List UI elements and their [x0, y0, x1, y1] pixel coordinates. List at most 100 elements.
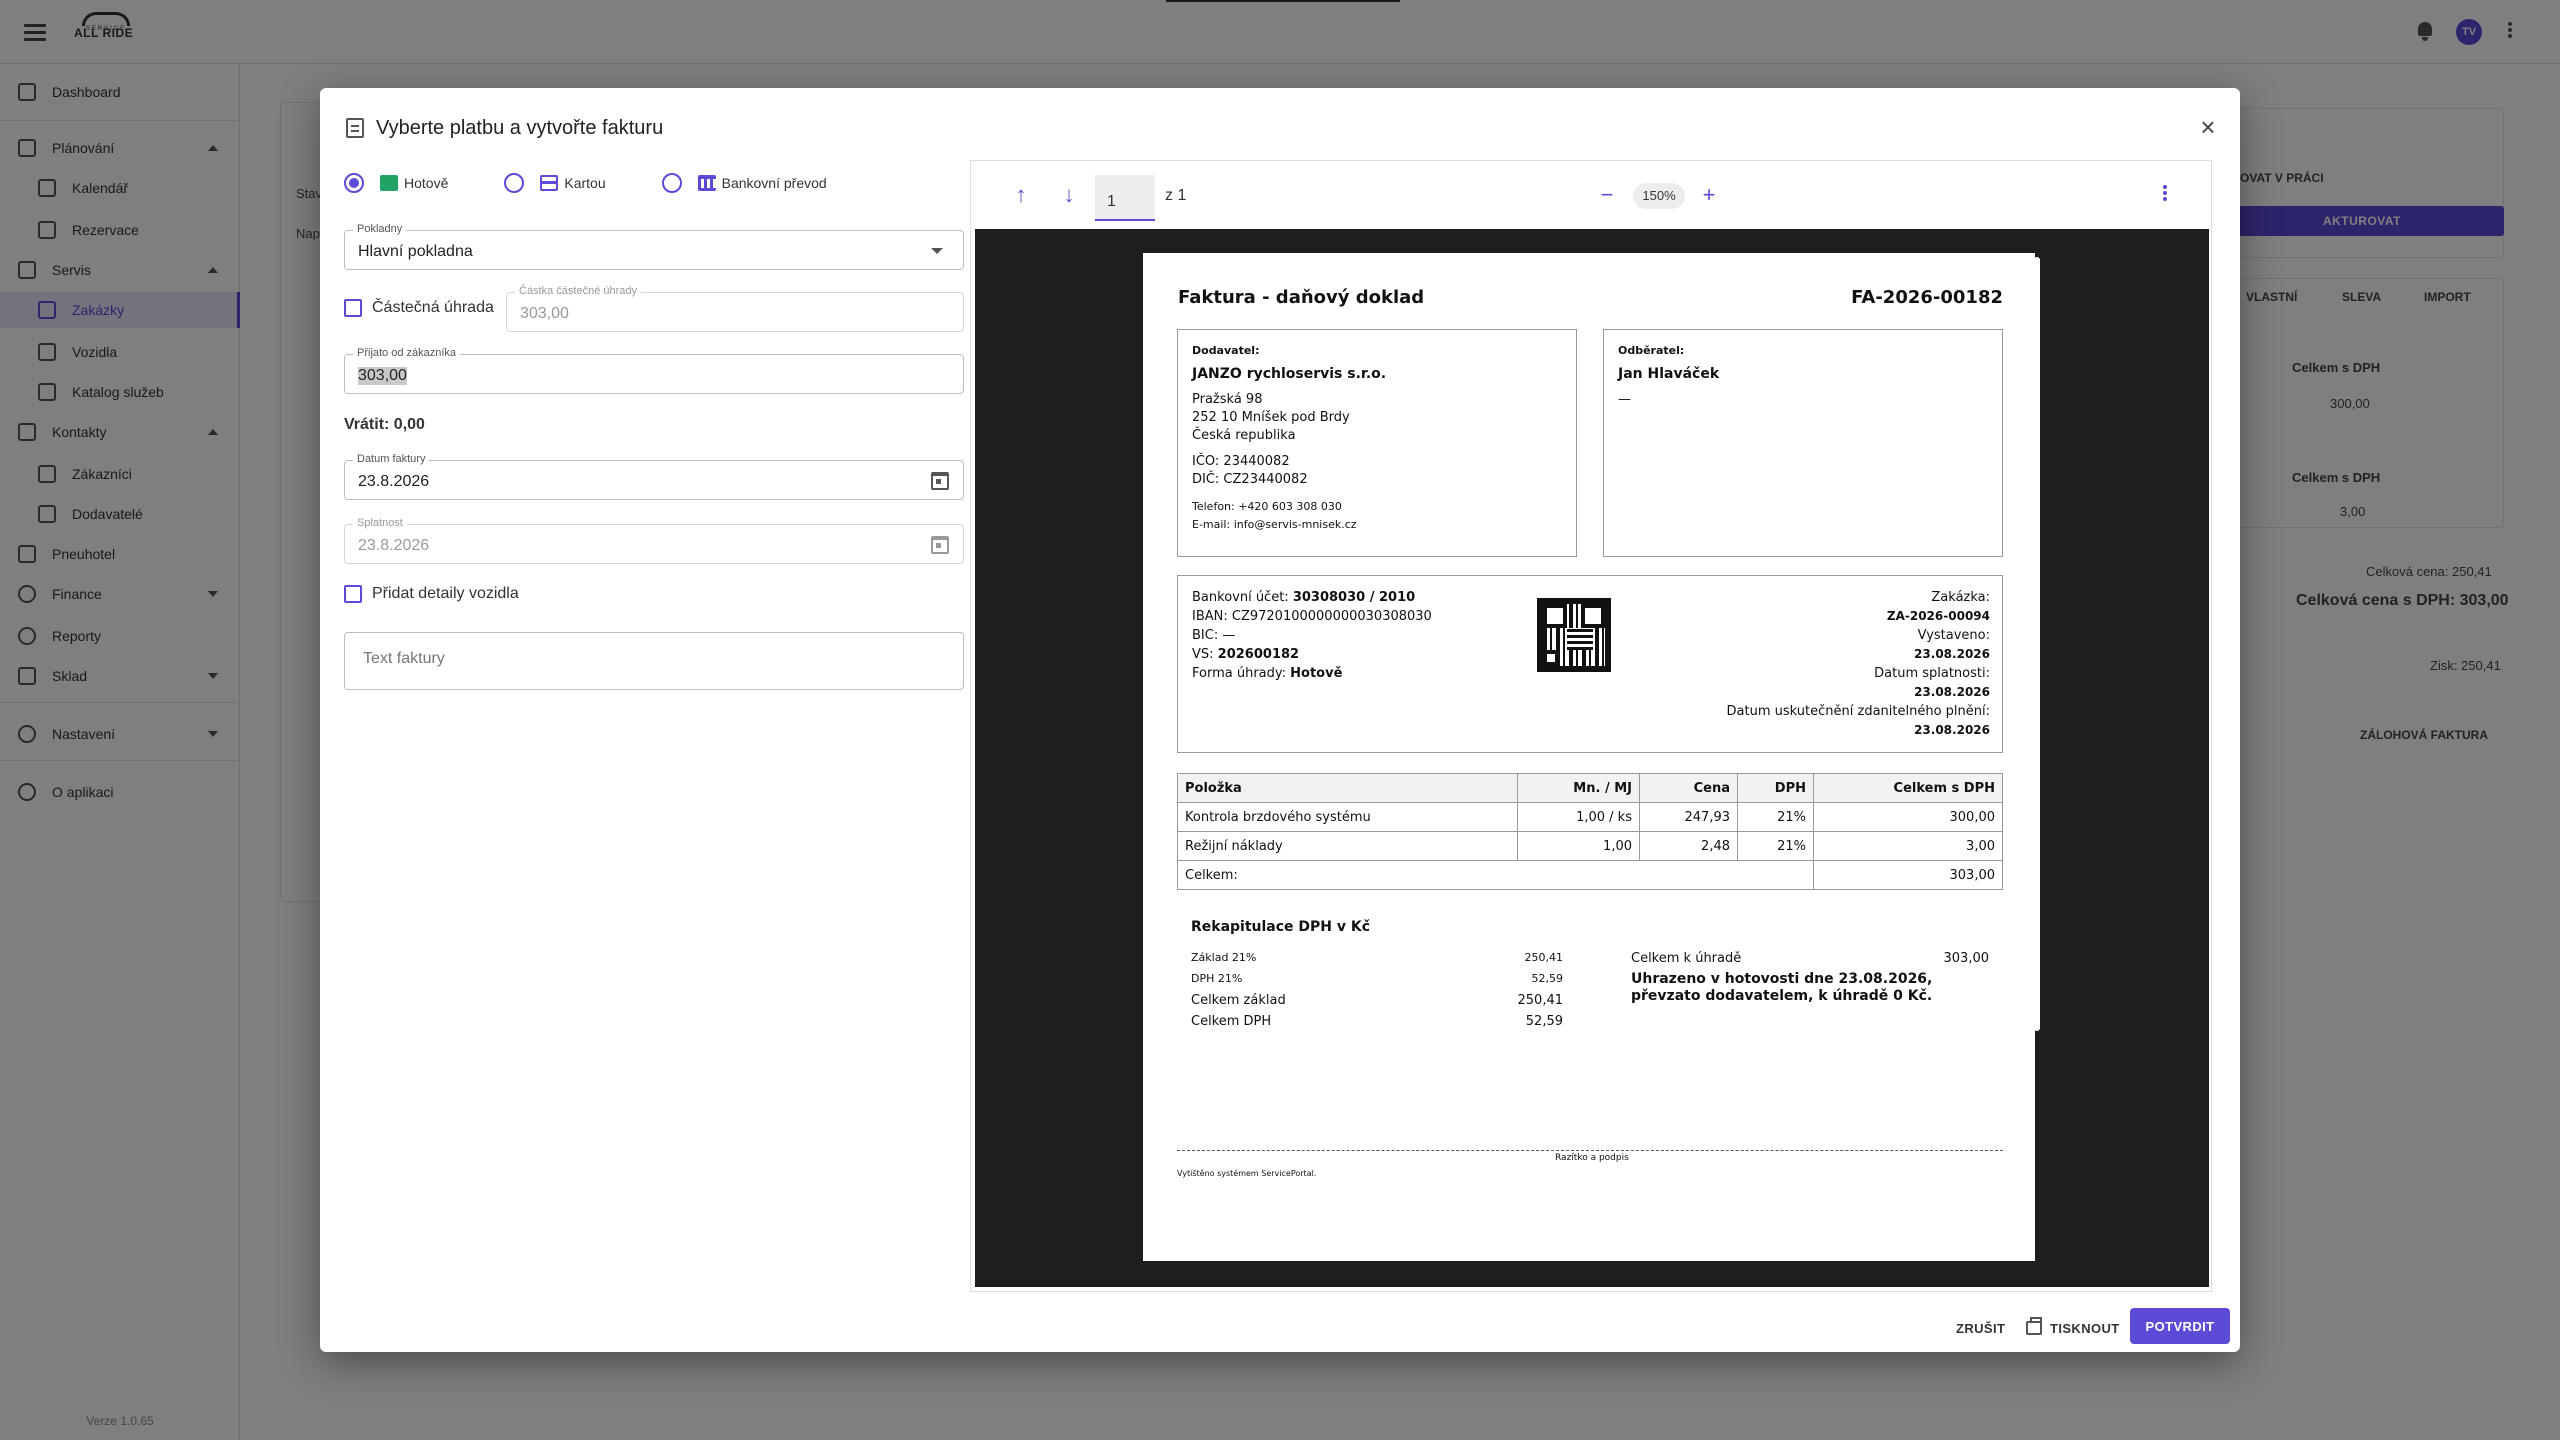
invoice-title: Faktura - daňový doklad [1178, 287, 1425, 308]
qr-code-icon [1537, 598, 1611, 672]
radio-kartou-label[interactable]: Kartou [564, 175, 605, 191]
zoom-in-icon[interactable]: + [1695, 181, 1723, 209]
vat-value: 250,41 [1517, 993, 1564, 1008]
pdf-canvas: Faktura - daňový doklad FA-2026-00182 Do… [975, 229, 2209, 1287]
invoice-dialog: Vyberte platbu a vytvořte fakturu × Hoto… [320, 88, 2240, 1352]
radio-hotove-label[interactable]: Hotově [404, 175, 448, 191]
splatnost-date: 23.08.2026 [1914, 685, 1990, 699]
to-pay-value: 303,00 [1943, 951, 1990, 966]
supplier-ico: IČO: 23440082 [1192, 454, 1290, 469]
bank-icon [697, 175, 716, 191]
supplier-box: Dodavatel: JANZO rychloservis s.r.o. Pra… [1177, 329, 1577, 557]
supplier-email: E-mail: info@servis-mnisek.cz [1192, 518, 1357, 531]
cell-item: Kontrola brzdového systému [1177, 802, 1518, 832]
table-header-row: Položka Mn. / MJ Cena DPH Celkem s DPH [1177, 773, 2003, 803]
received-amount-label: Přijato od zákazníka [353, 347, 461, 359]
invoice-date-label: Datum faktury [353, 453, 430, 465]
partial-amount-input[interactable]: Částka částečné úhrady 303,00 [506, 285, 964, 332]
page-number-input[interactable]: 1 [1095, 175, 1155, 221]
pokladny-value: Hlavní pokladna [358, 243, 473, 260]
cell-item: Režijní náklady [1177, 831, 1518, 861]
calendar-icon[interactable] [931, 472, 949, 490]
table-row: Režijní náklady 1,00 2,48 21% 3,00 [1177, 831, 2003, 861]
cancel-button[interactable]: ZRUŠIT [1956, 1312, 2005, 1344]
vat-value: 52,59 [1525, 1014, 1563, 1029]
due-date-value: 23.8.2026 [358, 537, 430, 554]
table-total-row: Celkem: 303,00 [1177, 860, 2003, 890]
signature-line [1177, 1150, 2003, 1151]
vehicle-details-label[interactable]: Přidat detaily vozidla [372, 585, 519, 603]
duzp-label: Datum uskutečnění zdanitelného plnění: [1726, 704, 1990, 719]
more-vert-icon[interactable] [2159, 183, 2171, 207]
customer-box: Odběratel: Jan Hlaváček — [1603, 329, 2003, 557]
bank-account: 30308030 / 2010 [1292, 590, 1416, 605]
pdf-viewer: ↑ ↓ 1 z 1 − 150% + Faktura - daňový dokl… [970, 160, 2212, 1292]
radio-kartou[interactable] [504, 173, 525, 193]
partial-amount-label: Částka částečné úhrady [515, 285, 642, 297]
calendar-icon[interactable] [931, 536, 949, 554]
vat-value: 52,59 [1531, 972, 1564, 985]
pokladny-label: Pokladny [353, 223, 407, 235]
cancel-button-label: ZRUŠIT [1956, 1320, 2006, 1336]
generated-note: Vytištěno systémem ServicePortal. [1177, 1169, 1317, 1178]
invoice-number: FA-2026-00182 [1851, 287, 2003, 308]
radio-bankovni-prevod-label[interactable]: Bankovní převod [722, 175, 827, 191]
total-value: 303,00 [1813, 860, 2003, 890]
arrow-up-icon[interactable]: ↑ [1007, 181, 1035, 209]
supplier-label: Dodavatel: [1192, 344, 1260, 357]
bank-account-label: Bankovní účet: [1192, 590, 1289, 605]
items-table: Položka Mn. / MJ Cena DPH Celkem s DPH K… [1177, 773, 2003, 890]
vs: 202600182 [1217, 647, 1300, 662]
customer-address: — [1618, 392, 1631, 407]
page-count: z 1 [1165, 187, 1187, 204]
cell-qty: 1,00 / ks [1517, 802, 1640, 832]
total-label: Celkem: [1177, 860, 1814, 890]
pdf-toolbar: ↑ ↓ 1 z 1 − 150% + [971, 161, 2211, 229]
invoice-date-value: 23.8.2026 [358, 473, 430, 490]
supplier-name: JANZO rychloservis s.r.o. [1192, 366, 1387, 382]
partial-payment-checkbox[interactable] [344, 299, 362, 317]
duzp-date: 23.08.2026 [1914, 723, 1990, 737]
partial-payment-label[interactable]: Částečná úhrada [372, 299, 494, 317]
cell-price: 2,48 [1639, 831, 1738, 861]
vs-label: VS: [1192, 647, 1214, 662]
stamp-label: Razítko a podpis [1555, 1153, 1629, 1163]
vat-value: 250,41 [1524, 951, 1564, 964]
pokladny-select[interactable]: Pokladny Hlavní pokladna [344, 223, 964, 270]
cell-qty: 1,00 [1517, 831, 1640, 861]
cell-vat: 21% [1737, 802, 1814, 832]
vat-label: Celkem základ [1191, 993, 1286, 1008]
print-button[interactable]: TISKNOUT [2026, 1312, 2120, 1344]
col-celkem: Celkem s DPH [1813, 773, 2003, 803]
vat-label: Základ 21% [1191, 951, 1257, 964]
invoice-date-input[interactable]: Datum faktury 23.8.2026 [344, 453, 964, 500]
confirm-button[interactable]: POTVRDIT [2130, 1308, 2230, 1344]
arrow-down-icon[interactable]: ↓ [1055, 181, 1083, 209]
supplier-street: Pražská 98 [1192, 392, 1263, 407]
cell-total: 3,00 [1813, 831, 2003, 861]
vehicle-details-checkbox[interactable] [344, 585, 362, 603]
dropdown-arrow-icon [931, 248, 943, 254]
to-pay-label: Celkem k úhradě [1631, 951, 1742, 966]
partial-amount-value: 303,00 [520, 305, 569, 322]
close-icon[interactable]: × [2194, 114, 2222, 142]
radio-bankovni-prevod[interactable] [661, 173, 682, 193]
vystaveno-label: Vystaveno: [1917, 628, 1990, 643]
vystaveno-date: 23.08.2026 [1914, 647, 1990, 661]
change-amount: Vrátit: 0,00 [344, 416, 425, 433]
col-mnozstvi: Mn. / MJ [1517, 773, 1640, 803]
zoom-level[interactable]: 150% [1633, 183, 1685, 209]
invoice-text-input[interactable]: Text faktury [344, 632, 964, 690]
due-date-label: Splatnost [353, 517, 407, 529]
iban: IBAN: CZ9720100000000030308030 [1192, 609, 1432, 624]
received-amount-input[interactable]: Přijato od zákazníka 303,00 [344, 347, 964, 394]
cash-icon [380, 175, 398, 191]
radio-hotove[interactable] [344, 173, 364, 193]
vehicle-details-checkbox-row[interactable]: Přidat detaily vozidla [344, 582, 519, 606]
supplier-city: 252 10 Mníšek pod Brdy [1192, 410, 1350, 425]
due-date-input[interactable]: Splatnost 23.8.2026 [344, 517, 964, 564]
partial-payment-checkbox-row[interactable]: Částečná úhrada [344, 296, 494, 320]
col-cena: Cena [1639, 773, 1738, 803]
paid-note: Uhrazeno v hotovosti dne 23.08.2026, pře… [1631, 971, 1933, 1004]
zoom-out-icon[interactable]: − [1593, 181, 1621, 209]
